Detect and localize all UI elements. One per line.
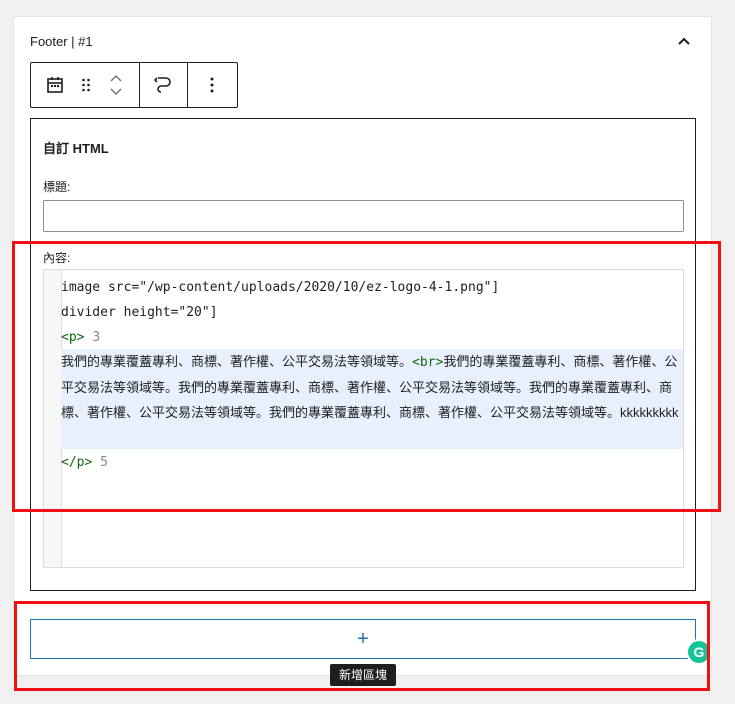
toolbar-group-block	[31, 63, 140, 107]
highlight-box-add-block	[14, 601, 710, 691]
block-title: 自訂 HTML	[43, 141, 109, 156]
panel-title: Footer | #1	[30, 34, 93, 49]
move-buttons	[93, 63, 139, 107]
highlight-box-content	[12, 241, 721, 512]
reusable-loop-icon[interactable]	[140, 63, 187, 107]
calendar-icon[interactable]	[31, 63, 79, 107]
toolbar-group-transform	[140, 63, 188, 107]
toolbar-group-more	[188, 63, 235, 107]
title-input[interactable]	[43, 200, 684, 232]
drag-handle-icon[interactable]	[79, 63, 93, 107]
chevron-up-move-icon[interactable]	[108, 73, 124, 83]
chevron-up-icon[interactable]	[674, 32, 694, 52]
title-label: 標題:	[43, 180, 71, 194]
chevron-down-move-icon[interactable]	[108, 87, 124, 97]
more-options-icon[interactable]	[188, 63, 235, 107]
block-toolbar	[30, 62, 238, 108]
